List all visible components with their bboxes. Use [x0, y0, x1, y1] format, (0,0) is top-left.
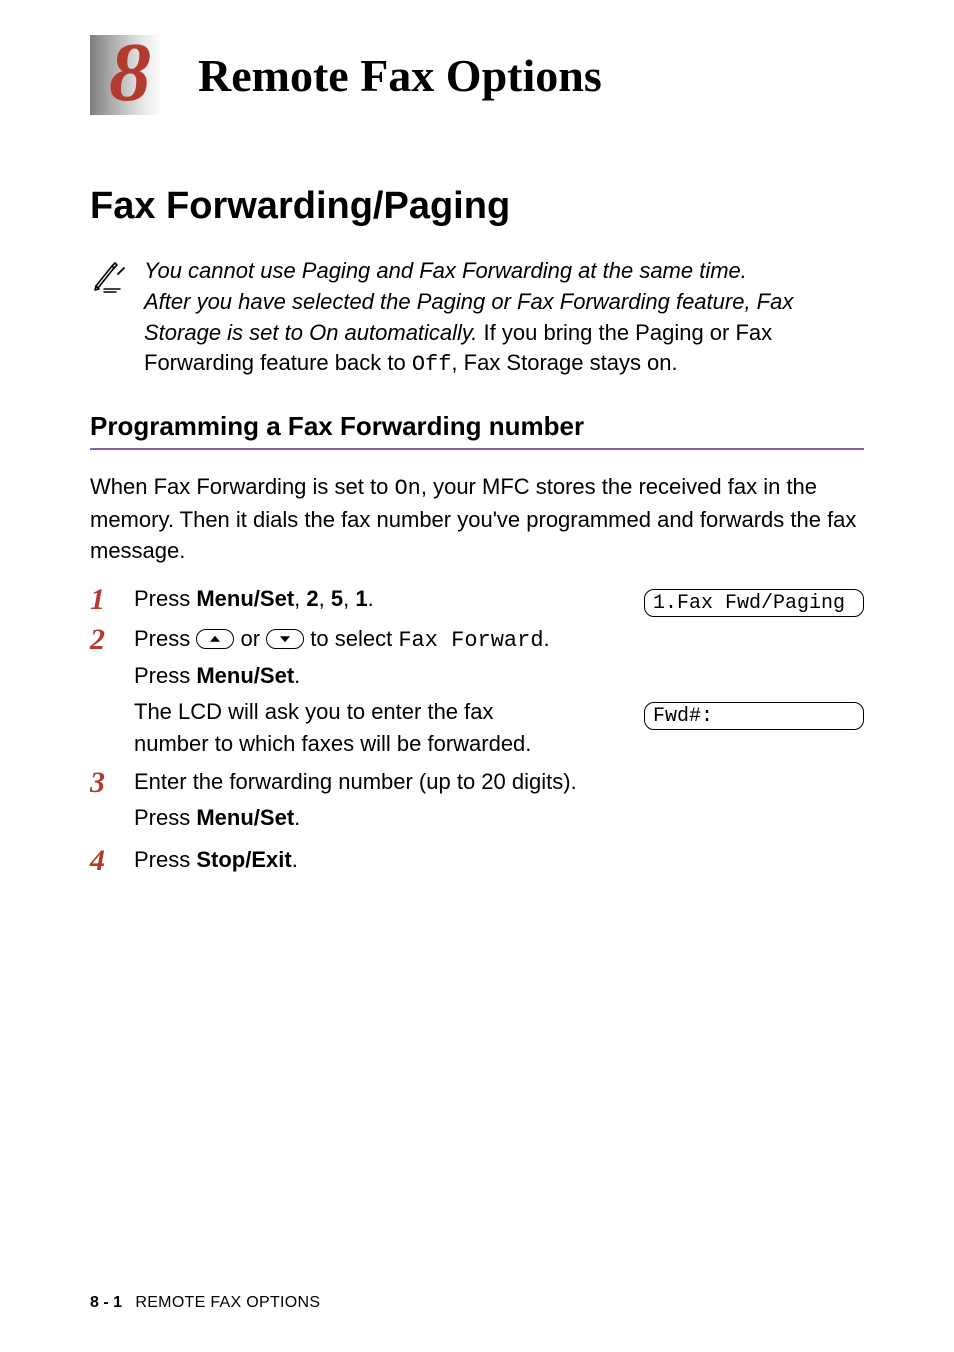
t: , — [319, 586, 331, 611]
t: Press — [134, 805, 196, 830]
step-line: Enter the forwarding number (up to 20 di… — [134, 766, 864, 798]
step-body: Press Stop/Exit. — [134, 844, 864, 876]
t: Press — [134, 626, 196, 651]
intro-mono: On — [394, 476, 420, 501]
t: or — [234, 626, 266, 651]
step-body: Enter the forwarding number (up to 20 di… — [134, 766, 864, 838]
page-number: 8 - 1 — [90, 1294, 122, 1311]
step-number: 2 — [90, 623, 134, 655]
step-3: 3 Enter the forwarding number (up to 20 … — [90, 766, 864, 838]
chapter-number: 8 — [109, 31, 151, 115]
t: 1 — [355, 586, 367, 611]
subsection-heading: Programming a Fax Forwarding number — [90, 411, 864, 450]
t: Menu/Set — [196, 805, 294, 830]
chapter-title: Remote Fax Options — [198, 49, 602, 102]
t: Press — [134, 586, 196, 611]
page-footer: 8 - 1 REMOTE FAX OPTIONS — [90, 1294, 320, 1312]
step-number: 4 — [90, 844, 134, 876]
note-line2-mono: Off — [412, 352, 452, 377]
step-number: 1 — [90, 583, 134, 615]
t: Press — [134, 663, 196, 688]
note-icon — [90, 256, 130, 381]
step-text: Press Menu/Set, 2, 5, 1. — [134, 583, 554, 615]
t: Menu/Set — [196, 586, 294, 611]
lcd-wrap: 1.Fax Fwd/Paging — [644, 583, 864, 617]
steps-list: 1 Press Menu/Set, 2, 5, 1. 1.Fax Fwd/Pag… — [90, 583, 864, 876]
lcd-display: 1.Fax Fwd/Paging — [644, 589, 864, 617]
t: . — [292, 847, 298, 872]
page: 8 Remote Fax Options Fax Forwarding/Pagi… — [0, 0, 954, 1352]
t: . — [294, 805, 300, 830]
note-line1: You cannot use Paging and Fax Forwarding… — [144, 258, 747, 283]
t: Press — [134, 847, 196, 872]
intro-paragraph: When Fax Forwarding is set to On, your M… — [90, 472, 864, 566]
lcd-wrap: Fwd#: — [644, 696, 864, 730]
t: . — [544, 626, 550, 651]
note-body: You cannot use Paging and Fax Forwarding… — [144, 256, 864, 381]
footer-section: REMOTE FAX OPTIONS — [135, 1294, 320, 1311]
lcd-display: Fwd#: — [644, 702, 864, 730]
t: , — [343, 586, 355, 611]
t: Menu/Set — [196, 663, 294, 688]
step-1: 1 Press Menu/Set, 2, 5, 1. 1.Fax Fwd/Pag… — [90, 583, 864, 617]
step-line: Press or to select Fax Forward. — [134, 623, 554, 657]
step-body: Press or to select Fax Forward. Press Me… — [134, 623, 864, 761]
t: Fax Forward — [398, 628, 543, 653]
note: You cannot use Paging and Fax Forwarding… — [90, 256, 864, 381]
step-line: Press Menu/Set. — [134, 802, 864, 834]
t: . — [294, 663, 300, 688]
t: to select — [304, 626, 398, 651]
step-line: Press Menu/Set. — [134, 660, 864, 692]
step-number: 3 — [90, 766, 134, 798]
step-2: 2 Press or to select Fax Forward. Press … — [90, 623, 864, 761]
up-arrow-icon — [196, 629, 234, 649]
step-body: Press Menu/Set, 2, 5, 1. 1.Fax Fwd/Pagin… — [134, 583, 864, 617]
section-heading: Fax Forwarding/Paging — [90, 185, 864, 228]
intro-a: When Fax Forwarding is set to — [90, 474, 394, 499]
t: , — [294, 586, 306, 611]
t: Stop/Exit — [196, 847, 291, 872]
t: . — [368, 586, 374, 611]
t: 5 — [331, 586, 343, 611]
step-4: 4 Press Stop/Exit. — [90, 844, 864, 876]
note-line2-plain-b: , Fax Storage stays on. — [451, 350, 677, 375]
chapter-badge: 8 — [90, 35, 170, 115]
t: 2 — [306, 586, 318, 611]
step-text: The LCD will ask you to enter the fax nu… — [134, 696, 554, 760]
step-line: The LCD will ask you to enter the fax nu… — [134, 696, 864, 760]
down-arrow-icon — [266, 629, 304, 649]
chapter-header: 8 Remote Fax Options — [90, 35, 864, 115]
